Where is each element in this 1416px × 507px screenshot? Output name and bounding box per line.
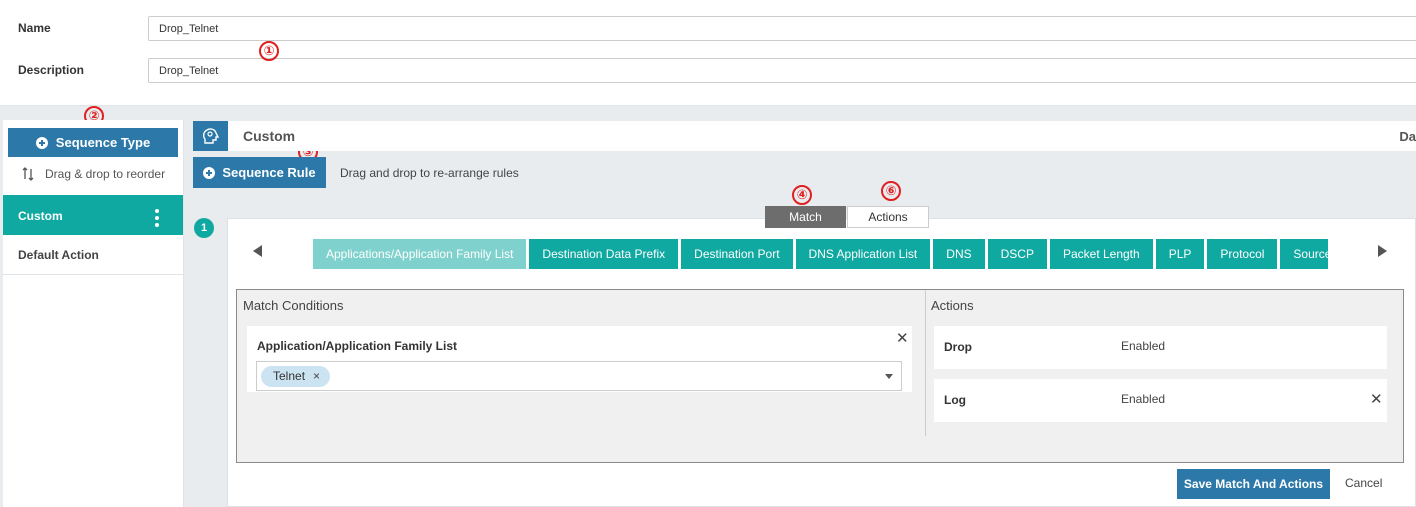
application-condition-card: Application/Application Family List ✕ Te… [247,326,912,392]
application-list-label: Application/Application Family List [257,339,458,353]
chip-packet-length[interactable]: Packet Length [1049,239,1153,269]
policy-form: Name Description [0,0,1416,106]
actions-title: Actions [931,298,974,313]
tag-label: Telnet [273,369,306,383]
tab-match[interactable]: Match [765,206,846,228]
remove-condition-icon[interactable]: ✕ [896,331,909,346]
action-name: Log [944,393,966,407]
sequence-title: Custom [243,128,296,144]
chip-dns[interactable]: DNS [933,239,985,269]
action-row-log: Log Enabled ✕ [934,379,1387,422]
sequence-rule-label: Sequence Rule [222,165,316,180]
match-condition-chips: Applications/Application Family List Dest… [313,239,1328,269]
rearrange-hint: Drag and drop to re-arrange rules [340,166,519,180]
panel-divider [925,290,926,436]
chip-dscp[interactable]: DSCP [987,239,1047,269]
chip-protocol[interactable]: Protocol [1207,239,1278,269]
chip-plp[interactable]: PLP [1155,239,1205,269]
action-name: Drop [944,340,972,354]
name-label: Name [18,21,51,35]
rule-number-badge: 1 [194,218,214,238]
chip-applications[interactable]: Applications/Application Family List [313,239,527,269]
sidebar-item-label: Custom [18,209,63,223]
chip-destination-port[interactable]: Destination Port [681,239,793,269]
header-right-text: Da [1399,129,1416,144]
add-icon [35,136,48,149]
action-value: Enabled [1121,392,1166,406]
tab-actions[interactable]: Actions [847,206,929,228]
sequence-header: Custom Da [193,121,1416,151]
chip-dns-application-list[interactable]: DNS Application List [795,239,931,269]
description-label: Description [18,63,85,77]
reorder-arrows-icon [22,167,34,181]
action-value: Enabled [1121,339,1166,353]
description-input[interactable] [148,58,1416,83]
scroll-right-icon[interactable] [1378,245,1387,257]
callout-1: ① [259,41,279,61]
reorder-label: Drag & drop to reorder [45,167,166,181]
chip-destination-data-prefix[interactable]: Destination Data Prefix [529,239,679,269]
match-conditions-title: Match Conditions [243,298,344,313]
sidebar-item-label: Default Action [18,248,99,262]
sequence-sidebar: Sequence Type Drag & drop to reorder Cus… [3,120,184,507]
sidebar-item-default-action[interactable]: Default Action [3,235,183,275]
sequence-rule-button[interactable]: Sequence Rule [193,157,326,188]
remove-tag-icon[interactable]: × [313,369,320,383]
callout-6: ⑥ [881,181,901,201]
scroll-left-icon[interactable] [253,245,262,257]
remove-action-icon[interactable]: ✕ [1370,392,1383,407]
reorder-hint: Drag & drop to reorder [21,166,165,182]
callout-4: ④ [792,185,812,205]
custom-sequence-icon [193,121,228,151]
more-options-icon[interactable] [155,209,159,227]
chip-source-data-prefix[interactable]: Source Data Prefix [1280,239,1328,269]
cancel-button[interactable]: Cancel [1345,476,1382,490]
action-row-drop: Drop Enabled [934,326,1387,369]
selected-tag: Telnet × [261,366,331,387]
application-list-select[interactable]: Telnet × [256,361,902,391]
chevron-down-icon[interactable] [885,374,893,379]
match-actions-panel: Match Conditions Actions Application/App… [236,289,1404,463]
name-input[interactable] [148,16,1416,41]
sequence-type-label: Sequence Type [55,135,151,150]
sidebar-item-custom[interactable]: Custom [3,195,183,235]
add-icon [203,166,216,179]
sequence-type-button[interactable]: Sequence Type [8,128,178,157]
save-match-actions-button[interactable]: Save Match And Actions [1177,469,1330,499]
